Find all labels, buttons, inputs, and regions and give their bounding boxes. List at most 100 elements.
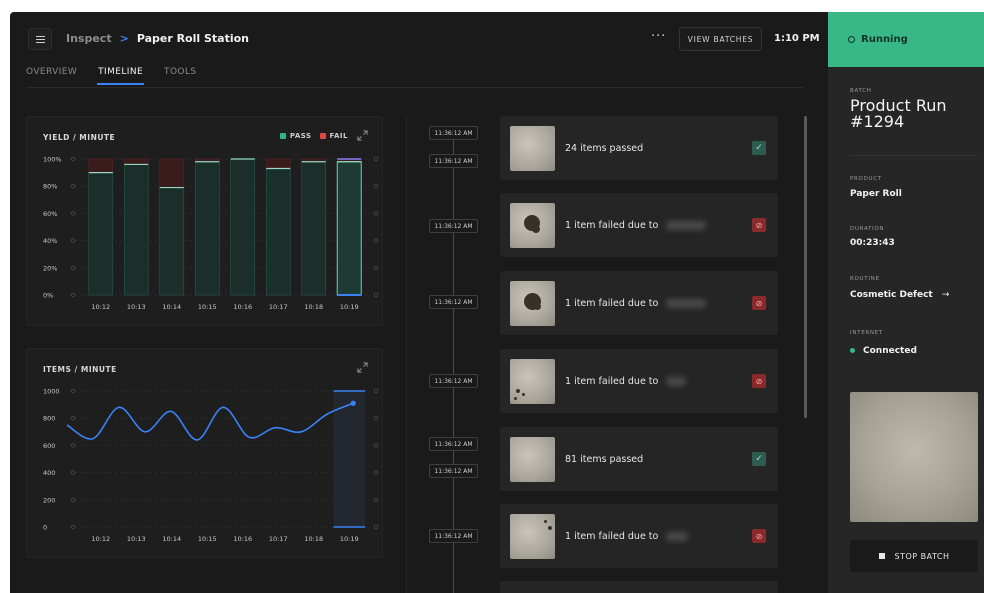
timeline-event[interactable]: 81 items passed ✓ bbox=[500, 427, 778, 491]
timestamp-pill: 11:36:12 AM bbox=[429, 219, 478, 233]
fail-icon: ⊘ bbox=[752, 218, 766, 232]
event-text: 1 item failed due to bbox=[565, 504, 689, 568]
menu-button[interactable] bbox=[28, 28, 52, 50]
x-tick-label: 10:14 bbox=[162, 303, 181, 311]
tick-dot bbox=[373, 415, 379, 421]
top-bar: Inspect > Paper Roll Station ··· VIEW BA… bbox=[10, 12, 828, 64]
tick-dot bbox=[373, 497, 379, 503]
fail-icon: ⊘ bbox=[752, 374, 766, 388]
fail-bar bbox=[88, 158, 114, 173]
panel-divider bbox=[850, 155, 978, 156]
batch-label: BATCH bbox=[850, 88, 872, 94]
tab-overview[interactable]: OVERVIEW bbox=[26, 67, 77, 85]
tab-timeline[interactable]: TIMELINE bbox=[97, 67, 144, 85]
tick-dot bbox=[70, 265, 76, 271]
internet-status: Connected bbox=[850, 346, 917, 356]
x-tick-label: 10:12 bbox=[91, 535, 110, 543]
live-camera-image bbox=[850, 392, 978, 522]
tick-dot bbox=[373, 238, 379, 243]
timeline-scrollbar[interactable] bbox=[804, 116, 807, 418]
tick-dot bbox=[373, 183, 379, 189]
stop-icon bbox=[878, 553, 885, 559]
tick-dot bbox=[373, 265, 379, 271]
inspection-thumbnail bbox=[510, 203, 555, 248]
tick-dot bbox=[70, 470, 76, 475]
clock-time: 1:10 PM bbox=[774, 33, 820, 44]
current-minute-band bbox=[333, 391, 365, 527]
breadcrumb: Inspect > Paper Roll Station bbox=[66, 32, 249, 45]
connected-dot-icon bbox=[850, 348, 855, 353]
tick-dot bbox=[373, 211, 379, 216]
routine-label: ROUTINE bbox=[850, 276, 880, 282]
timeline-event[interactable] bbox=[500, 581, 778, 593]
event-text: 24 items passed bbox=[565, 142, 644, 154]
timestamp-pill: 11:36:12 AM bbox=[429, 295, 478, 309]
y-tick-label: 600 bbox=[43, 442, 55, 450]
fail-bar bbox=[123, 158, 149, 165]
tabs-divider bbox=[26, 87, 804, 88]
y-tick-label: 80% bbox=[43, 183, 57, 191]
tick-dot bbox=[373, 388, 379, 394]
x-tick-label: 10:18 bbox=[304, 303, 323, 311]
hamburger-icon bbox=[36, 36, 45, 43]
inspection-thumbnail bbox=[510, 359, 555, 404]
stop-batch-button[interactable]: STOP BATCH bbox=[850, 540, 978, 572]
view-batches-button[interactable]: VIEW BATCHES bbox=[679, 27, 762, 51]
items-chart-card: ITEMS / MINUTE 1000 800 600 400 200 0 10:12 10:… bbox=[26, 348, 383, 558]
status-banner: Running bbox=[828, 12, 984, 67]
x-tick-label: 10:18 bbox=[304, 535, 323, 543]
yield-chart: 100% 80% 60% 40% 20% 0% 10:12 10:13 10:14 10:15 10… bbox=[43, 156, 379, 311]
timeline-event[interactable]: 1 item failed due to ⊘ bbox=[500, 271, 778, 335]
status-circle-icon bbox=[848, 36, 855, 43]
page-title: Paper Roll Station bbox=[136, 32, 250, 45]
x-tick-label: 10:19 bbox=[340, 303, 359, 311]
breadcrumb-inspect-link[interactable]: Inspect bbox=[66, 32, 112, 45]
pass-bar bbox=[123, 164, 149, 296]
y-tick-label: 400 bbox=[43, 469, 55, 477]
timeline-event[interactable]: 1 item failed due to ⊘ bbox=[500, 193, 778, 257]
inspection-thumbnail bbox=[510, 126, 555, 171]
x-tick-label: 10:17 bbox=[269, 535, 288, 543]
y-tick-label: 20% bbox=[43, 264, 57, 272]
timestamp-pill: 11:36:12 AM bbox=[429, 154, 478, 168]
current-point bbox=[350, 400, 356, 406]
inspection-thumbnail bbox=[510, 437, 555, 482]
y-tick-label: 200 bbox=[43, 496, 55, 504]
tick-dot bbox=[373, 524, 379, 530]
tick-dot bbox=[70, 443, 76, 448]
fail-icon: ⊘ bbox=[752, 296, 766, 310]
more-options-icon[interactable]: ··· bbox=[651, 29, 666, 44]
tick-dot bbox=[70, 497, 76, 503]
y-tick-label: 60% bbox=[43, 210, 57, 218]
column-divider bbox=[406, 116, 407, 593]
routine-link[interactable]: Cosmetic Defect → bbox=[850, 290, 949, 300]
pass-bar bbox=[336, 161, 362, 296]
tick-dot bbox=[70, 238, 76, 243]
event-text: 1 item failed due to bbox=[565, 349, 687, 413]
fail-icon: ⊘ bbox=[752, 529, 766, 543]
x-tick-label: 10:16 bbox=[233, 535, 252, 543]
product-value: Paper Roll bbox=[850, 189, 902, 199]
timeline-event[interactable]: 24 items passed ✓ bbox=[500, 116, 778, 180]
timeline-event[interactable]: 1 item failed due to ⊘ bbox=[500, 349, 778, 413]
tick-dot bbox=[70, 292, 76, 298]
y-tick-label: 100% bbox=[43, 156, 62, 164]
timestamp-pill: 11:36:12 AM bbox=[429, 126, 478, 140]
tick-dot bbox=[70, 211, 76, 216]
tick-dot bbox=[70, 183, 76, 189]
y-tick-label: 0 bbox=[43, 524, 47, 532]
status-text: Running bbox=[861, 34, 908, 45]
timeline-event[interactable]: 1 item failed due to ⊘ bbox=[500, 504, 778, 568]
x-tick-label: 10:13 bbox=[127, 535, 146, 543]
pass-bar bbox=[159, 187, 185, 296]
tab-tools[interactable]: TOOLS bbox=[164, 67, 196, 85]
x-tick-label: 10:12 bbox=[91, 303, 110, 311]
pass-bar bbox=[194, 161, 220, 296]
tick-dot bbox=[373, 443, 379, 448]
x-tick-label: 10:14 bbox=[162, 535, 181, 543]
tick-dot bbox=[373, 470, 379, 475]
tick-dot bbox=[70, 415, 76, 421]
internet-label: INTERNET bbox=[850, 330, 883, 336]
fail-bar bbox=[265, 158, 291, 169]
product-label: PRODUCT bbox=[850, 176, 882, 182]
